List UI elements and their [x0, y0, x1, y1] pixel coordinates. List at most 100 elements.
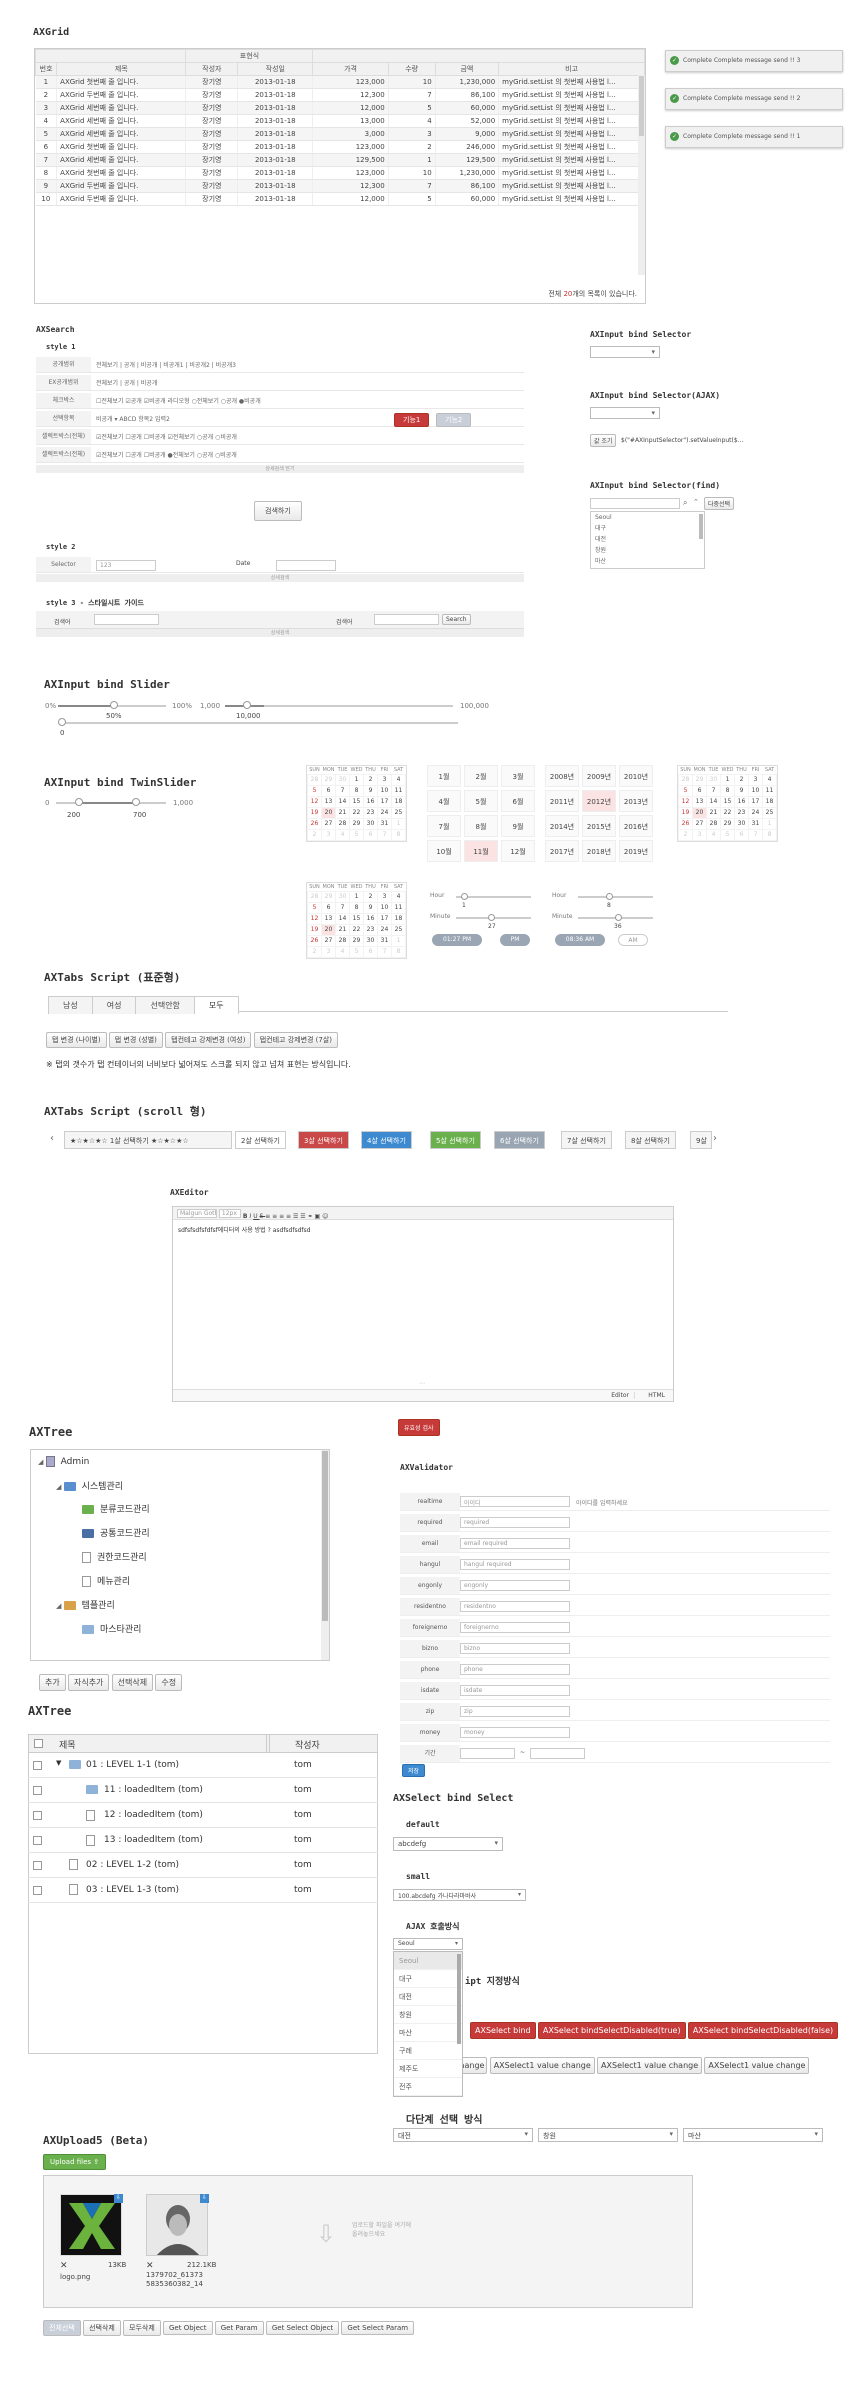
scrollbar[interactable] — [699, 514, 703, 539]
picker-cell[interactable]: 9월 — [501, 815, 535, 837]
value-change-button[interactable]: AXSelect1 value change — [704, 2057, 810, 2074]
calendar-day[interactable]: 2 — [734, 773, 749, 786]
calendar-day[interactable]: 29 — [321, 890, 336, 903]
validator-input[interactable]: residentno — [460, 1601, 570, 1612]
calendar-day[interactable]: 9 — [363, 784, 378, 797]
tree-grid-row[interactable]: 12 : loadedItem (tom) tom — [28, 1803, 378, 1828]
scroll-tab[interactable]: 3살 선택하기 — [298, 1131, 349, 1149]
editor-tab[interactable]: Editor — [606, 1392, 635, 1399]
calendar-day[interactable]: 16 — [363, 912, 378, 925]
save-button[interactable]: 저장 — [402, 1764, 426, 1777]
calendar-day[interactable]: 22 — [349, 806, 364, 819]
row-checkbox[interactable] — [33, 1761, 42, 1770]
calendar-day[interactable]: 14 — [335, 912, 350, 925]
table-row[interactable]: 3 AXGrid 세번째 줄 입니다. 장기영 2013-01-18 12,000 5 60… — [35, 101, 645, 115]
slider3-handle[interactable] — [58, 718, 66, 726]
month-picker[interactable]: 1월 2월 3월 4월 5월 6월 7월 8월 9월 10월 11월 12월 — [427, 765, 537, 863]
calendar-day[interactable]: 21 — [706, 806, 721, 819]
calendar-day[interactable]: 9 — [363, 901, 378, 914]
date-picker-calendar[interactable]: SUN MON TUE WED THU FRI SAT 28 29 30 1 2 3 4 5 6 7 8 9 10 11… — [677, 765, 778, 842]
axselect-bind-button[interactable]: AXSelect bind — [470, 2022, 536, 2039]
calendar-day[interactable]: 4 — [706, 828, 721, 841]
calendar-day[interactable]: 7 — [335, 901, 350, 914]
calendar-day[interactable]: 5 — [349, 945, 364, 958]
editor-content[interactable]: sdfsfsdfsfdfsf에디터의 사용 방법 ? asdfsdfsdfsd — [173, 1220, 673, 1239]
calendar-day[interactable]: 13 — [321, 795, 336, 808]
calendar-day[interactable]: 25 — [762, 806, 777, 819]
ajax-select[interactable]: Seoul — [393, 1938, 463, 1950]
calendar-day[interactable]: 23 — [363, 923, 378, 936]
hour-slider[interactable] — [578, 896, 653, 898]
calendar-day[interactable]: 19 — [307, 806, 322, 819]
calendar-day[interactable]: 13 — [692, 795, 707, 808]
calendar-day[interactable]: 30 — [335, 773, 350, 786]
calendar-day[interactable]: 24 — [377, 923, 392, 936]
table-row[interactable]: 1 AXGrid 첫번째 줄 입니다. 장기영 2013-01-18 123,000 10… — [35, 75, 645, 89]
calendar-day[interactable]: 23 — [734, 806, 749, 819]
calendar-day[interactable]: 18 — [762, 795, 777, 808]
bold-icon[interactable]: B — [243, 1213, 250, 1220]
picker-cell[interactable]: 2012년 — [582, 790, 616, 812]
calendar-day[interactable]: 2 — [307, 828, 322, 841]
row-checkbox[interactable] — [33, 1861, 42, 1870]
calendar-day[interactable]: 14 — [335, 795, 350, 808]
tab-change-age-button[interactable]: 탭 변경 (나이별) — [46, 1032, 107, 1048]
validator-input[interactable]: engonly — [460, 1580, 570, 1591]
disable-false-button[interactable]: AXSelect bindSelectDisabled(false) — [687, 2022, 839, 2039]
multi-select-button[interactable]: 다중선택 — [704, 497, 735, 510]
expand-icon[interactable]: ▼ — [56, 1759, 61, 1767]
search-row[interactable]: 공개범위 전체보기 | 공개 | 비공개 | 비공개1 | 비공개2 | 비공개3 — [36, 357, 524, 373]
calendar-day[interactable]: 3 — [692, 828, 707, 841]
picker-cell[interactable]: 1월 — [427, 765, 461, 787]
calendar-day[interactable]: 17 — [377, 795, 392, 808]
calendar-day[interactable]: 15 — [349, 795, 364, 808]
calendar-day[interactable]: 27 — [321, 817, 336, 830]
date-picker-calendar[interactable]: SUN MON TUE WED THU FRI SAT 28 29 30 1 2 3 4 5 6 7 8 9 10 11… — [306, 765, 407, 842]
chevron-up-icon[interactable]: ⌃ — [693, 498, 699, 506]
picker-cell[interactable]: 2008년 — [545, 765, 579, 787]
calendar-day[interactable]: 28 — [335, 934, 350, 947]
hour-handle[interactable] — [461, 893, 468, 900]
tab-none[interactable]: 선택안함 — [135, 996, 195, 1014]
calendar-day[interactable]: 1 — [391, 817, 406, 830]
picker-cell[interactable]: 2011년 — [545, 790, 579, 812]
multi-select-3[interactable]: 마산 — [683, 2128, 823, 2142]
list-item[interactable]: 마산 — [595, 556, 704, 567]
search-row[interactable]: 선택항목 비공개 ▾ ABCD 항목2 입력2 기능1 기능2 — [36, 411, 524, 427]
calendar-day[interactable]: 11 — [762, 784, 777, 797]
style3-keyword-input[interactable] — [94, 614, 159, 625]
table-row[interactable]: 5 AXGrid 세번째 줄 입니다. 장기영 2013-01-18 3,000 3 9,0… — [35, 127, 645, 141]
picker-cell[interactable]: 2009년 — [582, 765, 616, 787]
calendar-day[interactable]: 5 — [720, 828, 735, 841]
calendar-day[interactable]: 10 — [377, 784, 392, 797]
calendar-day[interactable]: 12 — [307, 795, 322, 808]
select-all-button[interactable]: 전체선택 — [43, 2320, 81, 2336]
html-tab[interactable]: HTML — [648, 1392, 665, 1399]
hour-handle[interactable] — [606, 893, 613, 900]
calendar-day[interactable]: 8 — [391, 828, 406, 841]
twinslider-handle-max[interactable] — [132, 798, 140, 806]
calendar-day[interactable]: 29 — [692, 773, 707, 786]
calendar-day[interactable]: 30 — [363, 934, 378, 947]
calendar-day[interactable]: 24 — [377, 806, 392, 819]
calendar-day[interactable]: 26 — [678, 817, 693, 830]
row-checkbox[interactable] — [33, 1811, 42, 1820]
calendar-day[interactable]: 7 — [706, 784, 721, 797]
calendar-day[interactable]: 26 — [307, 817, 322, 830]
calendar-day[interactable]: 28 — [335, 817, 350, 830]
validator-input[interactable]: bizno — [460, 1643, 570, 1654]
calendar-day[interactable]: 18 — [391, 795, 406, 808]
calendar-day[interactable]: 5 — [678, 784, 693, 797]
list-icon[interactable]: ☰ ☰ — [293, 1213, 308, 1220]
download-icon[interactable]: ⇩ — [200, 2194, 209, 2203]
picker-cell[interactable]: 6월 — [501, 790, 535, 812]
func1-button[interactable]: 기능1 — [394, 413, 430, 427]
scroll-tab[interactable]: 7살 선택하기 — [561, 1131, 612, 1149]
calendar-day[interactable]: 25 — [391, 806, 406, 819]
chevron-right-icon[interactable]: › — [713, 1133, 717, 1144]
minute-handle[interactable] — [488, 914, 495, 921]
upload-dropzone[interactable]: ⇩ ✕ 13KB logo.png ⇩ ✕ 212.1KB 1379702_61… — [43, 2175, 693, 2308]
tree-node[interactable]: 공통코드관리 — [82, 1526, 150, 1539]
calendar-day[interactable]: 7 — [377, 828, 392, 841]
grid-column-header[interactable]: 가격 — [312, 62, 389, 76]
